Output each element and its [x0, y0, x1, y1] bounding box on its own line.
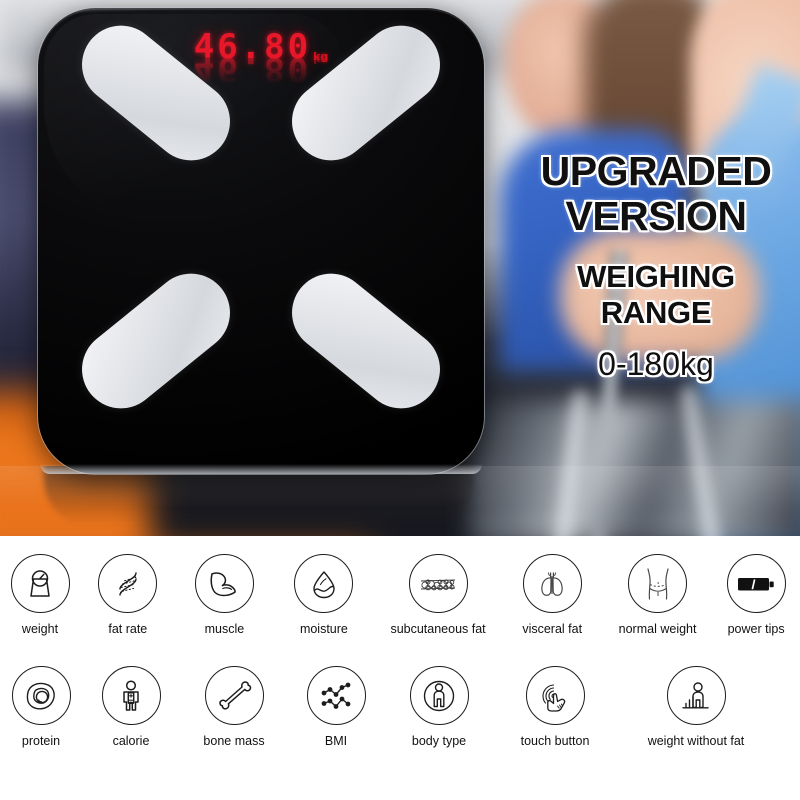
- feature-label: fat rate: [108, 622, 148, 636]
- hero-photo-section: 46.80 kg 46.80 kg UPGRADED VERSION WEIGH…: [0, 0, 800, 536]
- feature-label: body type: [411, 734, 467, 748]
- product-banner: 46.80 kg 46.80 kg UPGRADED VERSION WEIGH…: [0, 0, 800, 800]
- person-bars-icon: [666, 666, 726, 725]
- feature-label: power tips: [727, 622, 785, 636]
- line-chart-icon: [306, 666, 366, 725]
- feature-bone-mass[interactable]: bone mass: [180, 666, 288, 748]
- feature-label: bone mass: [203, 734, 265, 748]
- feature-label: normal weight: [618, 622, 697, 636]
- waistline-icon: [628, 554, 688, 613]
- bathroom-scale-icon: [10, 554, 70, 613]
- feature-body-type[interactable]: body type: [384, 666, 494, 748]
- feature-label: moisture: [299, 622, 348, 636]
- feature-weight[interactable]: weight: [0, 554, 80, 636]
- feature-label: visceral fat: [522, 622, 583, 636]
- led-weight-value-reflection: 46.80: [193, 49, 312, 89]
- feature-label: protein: [21, 734, 61, 748]
- feature-visceral-fat[interactable]: visceral fat: [501, 554, 602, 636]
- subhead-weighing: WEIGHING: [577, 258, 735, 294]
- battery-icon: [726, 554, 786, 613]
- feature-label: touch button: [520, 734, 590, 748]
- feature-label: muscle: [204, 622, 245, 636]
- weighing-range-value: 0-180kg: [598, 345, 714, 382]
- lungs-organ-icon: [522, 554, 582, 613]
- feature-fat-rate[interactable]: fat rate: [80, 554, 176, 636]
- feature-protein[interactable]: protein: [0, 666, 82, 748]
- headline-upgraded: UPGRADED: [540, 148, 772, 194]
- dna-helix-icon: [98, 554, 158, 613]
- water-drop-icon: [294, 554, 354, 613]
- feature-bmi[interactable]: BMI: [288, 666, 384, 748]
- feature-moisture[interactable]: moisture: [273, 554, 374, 636]
- feature-label: calorie: [112, 734, 150, 748]
- feature-icon-grid: weight fat rate muscle moisture subcutan…: [0, 536, 800, 800]
- hand-touch-icon: [525, 666, 585, 725]
- feature-label: weight without fat: [647, 734, 745, 748]
- person-battery-icon: [101, 666, 161, 725]
- feature-power-tips[interactable]: power tips: [712, 554, 800, 636]
- feature-calorie[interactable]: calorie: [82, 666, 180, 748]
- led-weight-unit-reflection: kg: [313, 53, 329, 66]
- subhead-range: RANGE: [600, 294, 712, 330]
- egg-icon: [11, 666, 71, 725]
- feature-label: subcutaneous fat: [390, 622, 486, 636]
- feature-label: weight: [21, 622, 59, 636]
- smart-scale-product[interactable]: 46.80 kg 46.80 kg: [38, 8, 484, 474]
- headline-version: VERSION: [565, 193, 747, 240]
- feature-label: BMI: [324, 734, 348, 748]
- led-reflection-readout: 46.80 kg: [193, 49, 329, 89]
- flexed-arm-icon: [194, 554, 254, 613]
- person-in-circle-icon: [409, 666, 469, 725]
- led-display: 46.80 kg 46.80 kg: [38, 30, 484, 89]
- feature-muscle[interactable]: muscle: [176, 554, 274, 636]
- feature-row-1: weight fat rate muscle moisture subcutan…: [0, 554, 800, 636]
- feature-row-2: protein calorie bone mass BMI body type …: [0, 666, 800, 748]
- scale-reflection: [0, 466, 800, 536]
- floor-gloss: [0, 466, 800, 536]
- marketing-copy: UPGRADED VERSION WEIGHING RANGE 0-180kg: [520, 148, 792, 382]
- feature-weight-without-fat[interactable]: weight without fat: [616, 666, 776, 748]
- fat-cells-icon: [408, 554, 468, 613]
- feature-normal-weight[interactable]: normal weight: [603, 554, 712, 636]
- feature-subcutaneous-fat[interactable]: subcutaneous fat: [375, 554, 502, 636]
- bone-icon: [204, 666, 264, 725]
- feature-touch-button[interactable]: touch button: [494, 666, 616, 748]
